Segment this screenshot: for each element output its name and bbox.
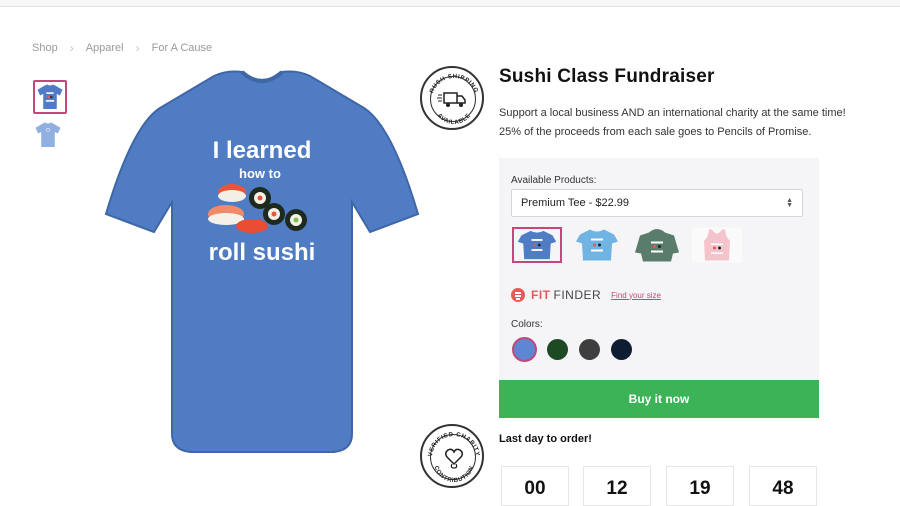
product-description: Support a local business AND an internat… <box>499 104 846 142</box>
hoodie-icon <box>635 229 679 262</box>
color-swatch-charcoal[interactable] <box>579 339 600 360</box>
shirt-text-line1: I learned <box>213 137 312 164</box>
breadcrumb-apparel[interactable]: Apparel <box>86 42 124 54</box>
shirt-text-line2: how to <box>239 166 281 181</box>
top-bar <box>0 0 900 7</box>
product-title: Sushi Class Fundraiser <box>499 66 715 87</box>
fit-finder-icon <box>511 288 525 302</box>
product-select[interactable]: Premium Tee - $22.99 ▲ ▼ <box>511 189 803 217</box>
description-line: 25% of the proceeds from each sale goes … <box>499 126 812 138</box>
product-image: I learned how to roll sushi <box>104 70 420 453</box>
fit-finder: FIT FINDER Find your size <box>511 288 661 302</box>
select-arrows-icon: ▲ ▼ <box>786 197 793 209</box>
product-select-value: Premium Tee - $22.99 <box>521 197 630 209</box>
fit-finder-word2: FINDER <box>553 288 602 302</box>
countdown-days: 00 <box>501 466 569 506</box>
breadcrumb-shop[interactable]: Shop <box>32 42 58 54</box>
tank-top-icon <box>692 227 742 263</box>
product-thumb-premium-tee[interactable] <box>512 227 562 263</box>
fit-finder-word: FIT <box>531 288 551 302</box>
delivery-truck-icon: RUSH SHIPPING AVAILABLE <box>429 74 479 126</box>
svg-text:RUSH SHIPPING: RUSH SHIPPING <box>429 74 479 94</box>
color-swatch-blue[interactable] <box>512 337 537 362</box>
countdown-minutes: 19 <box>666 466 734 506</box>
breadcrumb-for-a-cause[interactable]: For A Cause <box>152 42 213 54</box>
find-your-size-link[interactable]: Find your size <box>611 291 661 300</box>
shirt-text-line3: roll sushi <box>209 239 316 266</box>
heart-hand-icon: VERIFIED CHARITY CONTRIBUTION <box>428 432 479 484</box>
product-options-panel: Available Products: Premium Tee - $22.99… <box>499 158 819 380</box>
product-thumbnail-front[interactable] <box>33 80 67 114</box>
chevron-right-icon: › <box>135 41 140 55</box>
product-thumb-tank-top[interactable] <box>692 227 742 263</box>
tshirt-back-thumb-icon <box>35 122 61 147</box>
tshirt-icon <box>517 230 557 260</box>
tshirt-front-thumb-icon <box>37 84 63 109</box>
available-products-label: Available Products: <box>511 175 597 186</box>
product-thumbnail-back[interactable] <box>33 120 67 154</box>
countdown-seconds: 48 <box>749 466 817 506</box>
svg-text:AVAILABLE: AVAILABLE <box>436 113 472 126</box>
color-swatch-navy[interactable] <box>611 339 632 360</box>
colors-label: Colors: <box>511 319 543 330</box>
buy-it-now-button[interactable]: Buy it now <box>499 380 819 418</box>
chevron-right-icon: › <box>69 41 74 55</box>
last-day-label: Last day to order! <box>499 433 592 445</box>
tshirt-icon <box>576 229 618 261</box>
verified-charity-badge: VERIFIED CHARITY CONTRIBUTION <box>420 424 484 488</box>
color-swatch-forest-green[interactable] <box>547 339 568 360</box>
rush-shipping-badge: RUSH SHIPPING AVAILABLE <box>420 66 484 130</box>
countdown-hours: 12 <box>583 466 651 506</box>
breadcrumb: Shop › Apparel › For A Cause <box>32 41 212 55</box>
product-thumb-light-tee[interactable] <box>572 227 622 263</box>
product-thumb-hoodie[interactable] <box>632 227 682 263</box>
description-line: Support a local business AND an internat… <box>499 107 846 119</box>
